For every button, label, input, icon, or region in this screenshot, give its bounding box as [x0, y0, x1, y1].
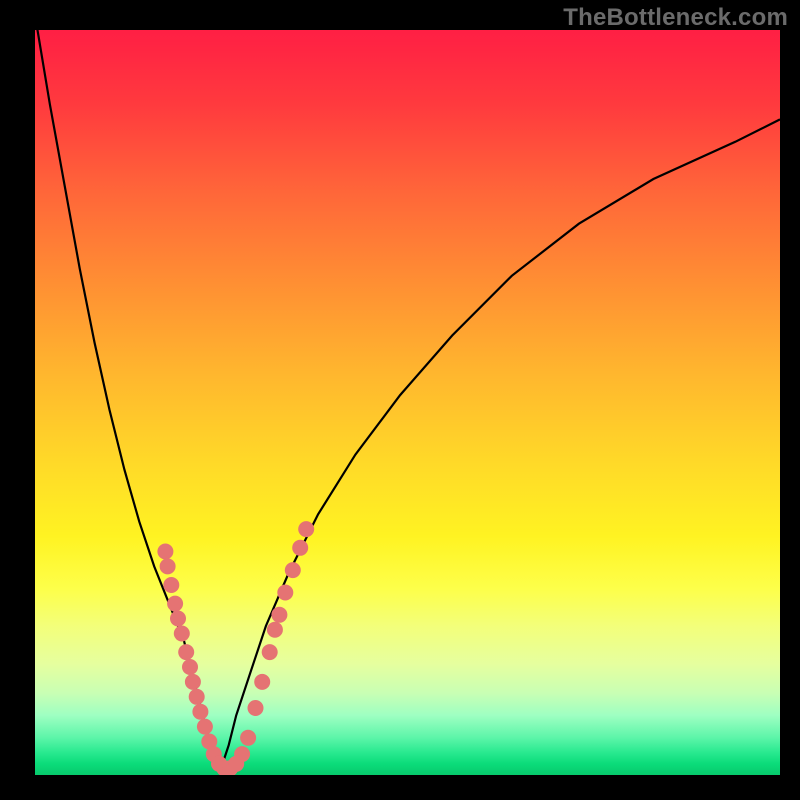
scatter-point	[160, 558, 176, 574]
scatter-point	[254, 674, 270, 690]
scatter-point	[298, 521, 314, 537]
curve-right-branch	[221, 119, 780, 767]
scatter-point	[271, 607, 287, 623]
scatter-point	[240, 730, 256, 746]
scatter-point	[163, 577, 179, 593]
watermark-text: TheBottleneck.com	[563, 4, 788, 32]
scatter-point	[185, 674, 201, 690]
curve-left-branch	[35, 30, 221, 768]
scatter-point	[197, 719, 213, 735]
scatter-point	[277, 585, 293, 601]
scatter-point	[248, 700, 264, 716]
scatter-point	[189, 689, 205, 705]
scatter-point	[262, 644, 278, 660]
scatter-point	[182, 659, 198, 675]
scatter-point	[234, 746, 250, 762]
scatter-point	[285, 562, 301, 578]
curve-layer	[35, 30, 780, 768]
scatter-point	[292, 540, 308, 556]
scatter-point	[167, 596, 183, 612]
scatter-point	[192, 704, 208, 720]
plot-area	[35, 30, 780, 775]
chart-frame: TheBottleneck.com	[0, 0, 800, 800]
scatter-point	[174, 626, 190, 642]
scatter-layer	[157, 521, 314, 775]
scatter-point	[157, 544, 173, 560]
scatter-point	[267, 622, 283, 638]
chart-svg	[35, 30, 780, 775]
scatter-point	[170, 611, 186, 627]
scatter-point	[178, 644, 194, 660]
